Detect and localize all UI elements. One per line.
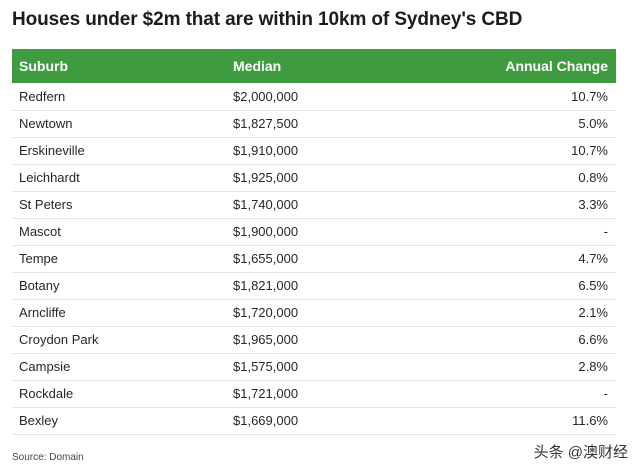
table-row: Tempe $1,655,000 4.7% (12, 245, 616, 272)
cell-median: $1,925,000 (233, 170, 299, 185)
cell-suburb: Botany (19, 278, 60, 293)
source-note: Source: Domain (12, 452, 84, 463)
cell-suburb: Newtown (19, 116, 73, 131)
cell-suburb: Erskineville (19, 143, 85, 158)
cell-annual-change: - (603, 386, 608, 401)
cell-median: $1,655,000 (233, 251, 299, 266)
suburb-price-table: Suburb Median Annual Change Redfern $2,00… (12, 49, 616, 435)
table-row: Bexley $1,669,000 11.6% (12, 407, 616, 434)
cell-annual-change: 6.6% (578, 332, 608, 347)
header-median: Median (233, 58, 282, 74)
cell-annual-change: 3.3% (578, 197, 608, 212)
cell-median: $1,821,000 (233, 278, 299, 293)
cell-median: $1,720,000 (233, 305, 299, 320)
cell-suburb: Tempe (19, 251, 59, 266)
cell-annual-change: 6.5% (578, 278, 608, 293)
cell-annual-change: 2.1% (578, 305, 608, 320)
cell-median: $1,827,500 (233, 116, 299, 131)
cell-median: $1,721,000 (233, 386, 299, 401)
table-row: Redfern $2,000,000 10.7% (12, 83, 616, 110)
table-row: Campsie $1,575,000 2.8% (12, 353, 616, 380)
cell-annual-change: 10.7% (571, 143, 608, 158)
table-row: Arncliffe $1,720,000 2.1% (12, 299, 616, 326)
page-title: Houses under $2m that are within 10km of… (12, 9, 523, 30)
cell-annual-change: 2.8% (578, 359, 608, 374)
cell-annual-change: 4.7% (578, 251, 608, 266)
cell-median: $1,900,000 (233, 224, 299, 239)
header-annual-change: Annual Change (505, 58, 608, 74)
cell-median: $1,910,000 (233, 143, 299, 158)
cell-annual-change: - (603, 224, 608, 239)
cell-suburb: Mascot (19, 224, 61, 239)
table-row: Mascot $1,900,000 - (12, 218, 616, 245)
header-suburb: Suburb (19, 58, 68, 74)
cell-annual-change: 10.7% (571, 88, 608, 104)
cell-annual-change: 5.0% (578, 116, 608, 131)
table-row: St Peters $1,740,000 3.3% (12, 191, 616, 218)
cell-suburb: St Peters (19, 197, 73, 212)
table-row: Rockdale $1,721,000 - (12, 380, 616, 407)
table-row: Newtown $1,827,500 5.0% (12, 110, 616, 137)
watermark: 头条 @澳财经 (533, 444, 628, 461)
cell-median: $2,000,000 (233, 88, 299, 104)
table-header-row: Suburb Median Annual Change (12, 49, 616, 83)
cell-suburb: Bexley (19, 413, 59, 428)
table-row: Croydon Park $1,965,000 6.6% (12, 326, 616, 353)
table-row: Erskineville $1,910,000 10.7% (12, 137, 616, 164)
cell-suburb: Croydon Park (19, 332, 99, 347)
cell-median: $1,740,000 (233, 197, 299, 212)
table-body: Redfern $2,000,000 10.7% Newtown $1,827,500 5… (12, 83, 616, 434)
cell-suburb: Leichhardt (19, 170, 80, 185)
cell-suburb: Arncliffe (19, 305, 66, 320)
table-row: Leichhardt $1,925,000 0.8% (12, 164, 616, 191)
cell-median: $1,575,000 (233, 359, 299, 374)
cell-median: $1,965,000 (233, 332, 299, 347)
cell-annual-change: 0.8% (578, 170, 608, 185)
cell-median: $1,669,000 (233, 413, 299, 428)
cell-suburb: Rockdale (19, 386, 74, 401)
cell-annual-change: 11.6% (572, 413, 608, 428)
table-row: Botany $1,821,000 6.5% (12, 272, 616, 299)
cell-suburb: Campsie (19, 359, 71, 374)
cell-suburb: Redfern (19, 88, 66, 104)
